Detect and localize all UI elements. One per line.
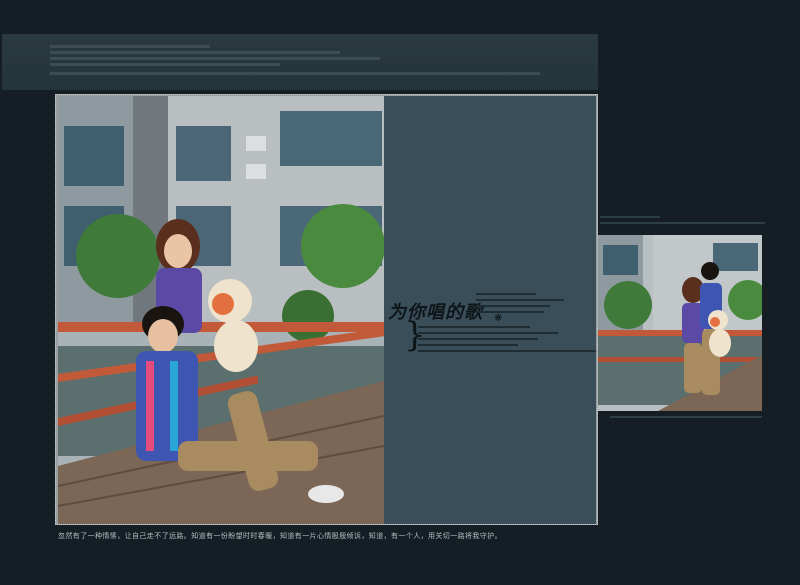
panel-text-line	[418, 350, 596, 352]
small-photo-text-line	[600, 216, 660, 218]
banner-text-line	[50, 63, 280, 66]
small-photo-text-line	[610, 416, 762, 418]
panel-text-line	[476, 311, 544, 313]
album-title: 为你唱的歌	[388, 302, 483, 323]
banner-text-line	[50, 51, 340, 54]
panel-text-line	[418, 344, 518, 346]
banner-text-line	[50, 57, 380, 60]
panel-text-line	[476, 305, 550, 307]
panel-text-line	[418, 338, 538, 340]
secondary-photo	[598, 235, 762, 411]
banner-text-line	[50, 72, 540, 75]
main-photo	[58, 96, 384, 524]
bottom-caption: 忽然有了一种情愫，让自己走不了远路。知道有一份盼望时时春暖，知道有一片心情殷殷倾…	[58, 532, 502, 540]
panel-text-line	[418, 332, 558, 334]
panel-text-line	[476, 299, 564, 301]
panel-text-line	[418, 326, 530, 328]
brace-ornament-icon: }	[404, 315, 426, 355]
panel-text-line	[476, 293, 536, 295]
small-photo-text-line	[600, 222, 765, 224]
top-banner	[2, 34, 598, 90]
banner-text-line	[50, 45, 210, 48]
flower-ornament-icon: ❋	[494, 313, 503, 324]
